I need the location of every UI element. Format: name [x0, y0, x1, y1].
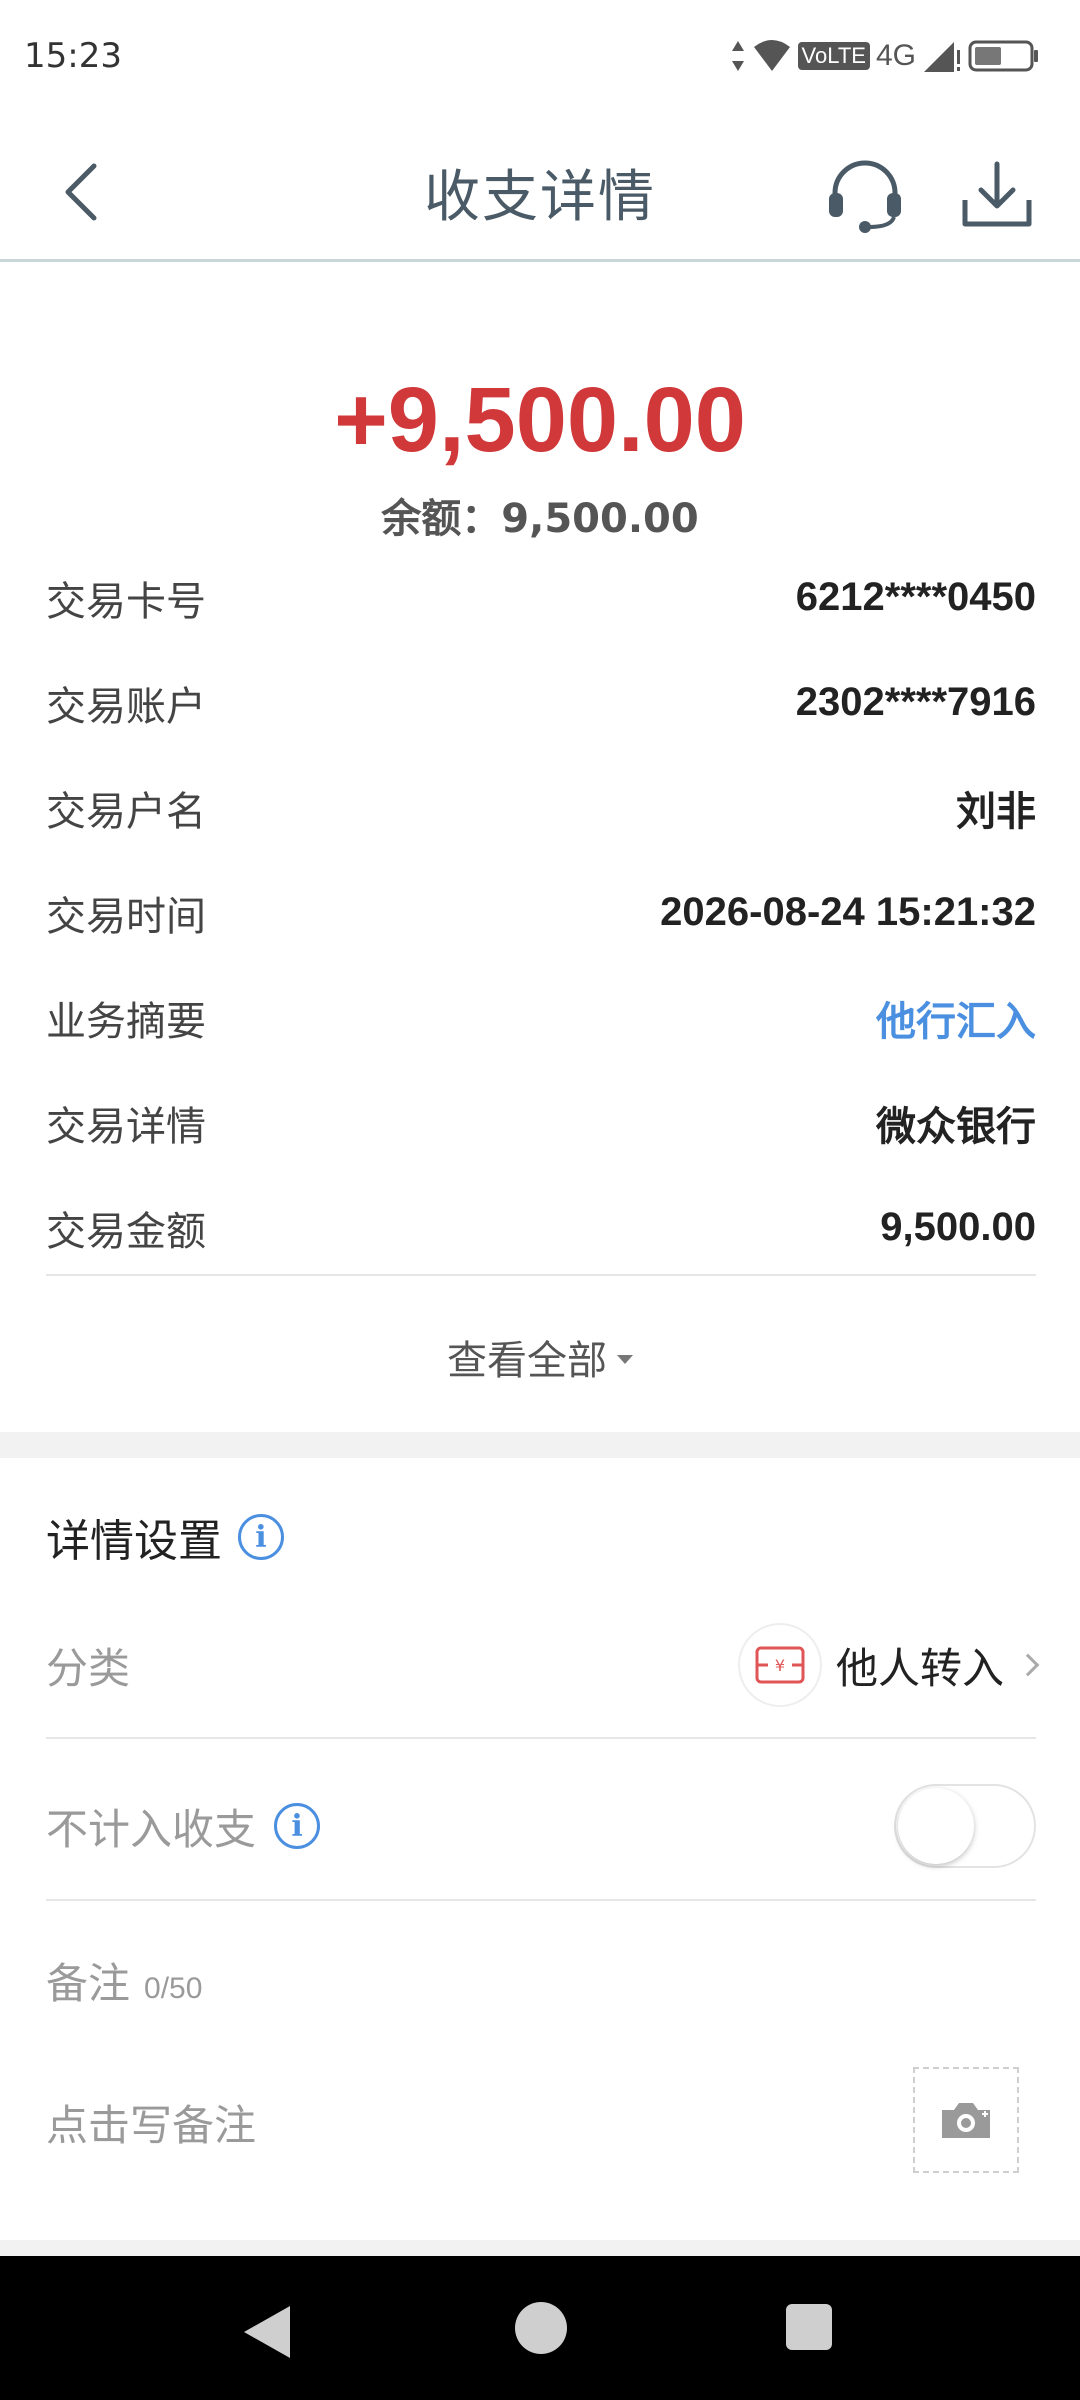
add-photo-button[interactable] [913, 2067, 1019, 2173]
detail-label: 交易金额 [46, 1208, 206, 1255]
detail-value: 2026-08-24 15:21:32 [660, 890, 1036, 934]
toggle-knob [898, 1788, 974, 1864]
remark-label-group: 备注 0/50 [46, 1950, 202, 2011]
nav-recent-apps-icon[interactable] [786, 2304, 832, 2350]
battery-icon [968, 40, 1038, 72]
signal-icon [924, 42, 960, 72]
detail-label: 交易卡号 [46, 578, 206, 625]
detail-row-details: 交易详情 微众银行 [46, 1070, 1036, 1175]
category-label: 分类 [46, 1643, 131, 1693]
wifi-icon [753, 40, 790, 71]
transaction-amount: +9,500.00 [334, 369, 746, 471]
nav-back-icon[interactable] [244, 2306, 290, 2358]
divider [46, 1274, 1036, 1276]
status-time: 15:23 [24, 36, 122, 76]
detail-row-card-number: 交易卡号 6212****0450 [46, 545, 1036, 650]
detail-value: 2302****7916 [795, 680, 1036, 724]
caret-down-icon [617, 1354, 633, 1364]
detail-label: 业务摘要 [46, 998, 206, 1045]
category-text: 他人转入 [835, 1643, 1004, 1693]
business-summary-link[interactable]: 他行汇入 [876, 989, 1036, 1047]
status-bar: 15:23 VoLTE 4G [0, 0, 1080, 112]
detail-value: 6212****0450 [795, 575, 1036, 619]
section-separator [0, 2240, 1080, 2256]
detail-row-account: 交易账户 2302****7916 [46, 650, 1036, 755]
volte-badge: VoLTE [797, 42, 870, 70]
category-row[interactable]: 分类 ¥ 他人转入 [46, 1615, 1040, 1715]
remark-label: 备注 [46, 1959, 131, 2008]
data-arrows-icon [731, 41, 744, 71]
customer-service-button[interactable] [820, 150, 910, 240]
detail-row-amount: 交易金额 9,500.00 [46, 1175, 1036, 1280]
detail-label: 交易详情 [46, 1103, 206, 1150]
exclude-label: 不计入收支 [46, 1804, 257, 1854]
detail-row-summary: 业务摘要 他行汇入 [46, 965, 1036, 1070]
detail-value: 刘非 [956, 788, 1036, 835]
status-icons: VoLTE 4G [730, 34, 1040, 78]
detail-value: 微众银行 [876, 1103, 1036, 1150]
chevron-right-icon [1016, 1653, 1040, 1677]
system-nav-bar [0, 2256, 1080, 2400]
network-label: 4G [875, 39, 916, 72]
detail-row-time: 交易时间 2026-08-24 15:21:32 [46, 860, 1036, 965]
view-all-label: 查看全部 [447, 1338, 607, 1384]
settings-title-text: 详情设置 [46, 1516, 222, 1567]
view-all-button[interactable]: 查看全部 [0, 1322, 1080, 1392]
exclude-label-group: 不计入收支 i [46, 1796, 321, 1857]
page-title: 收支详情 [424, 165, 656, 230]
detail-value: 9,500.00 [880, 1205, 1036, 1249]
detail-label: 交易时间 [46, 893, 206, 940]
page: 15:23 VoLTE 4G 收支详情 +9,500.00 余额：9,500.0… [0, 0, 1080, 2400]
transfer-icon: ¥ [737, 1623, 822, 1707]
svg-text:¥: ¥ [775, 1656, 785, 1675]
category-value[interactable]: ¥ 他人转入 [737, 1623, 1040, 1707]
header: 收支详情 [0, 112, 1080, 262]
exclude-toggle[interactable] [894, 1784, 1036, 1868]
detail-label: 交易账户 [46, 683, 206, 730]
section-separator [0, 1432, 1080, 1458]
detail-label: 交易户名 [46, 788, 206, 835]
divider [46, 1737, 1036, 1739]
info-icon[interactable]: i [238, 1514, 284, 1560]
balance: 余额：9,500.00 [381, 496, 699, 542]
detail-row-account-name: 交易户名 刘非 [46, 755, 1036, 860]
download-button[interactable] [952, 150, 1042, 240]
info-icon[interactable]: i [274, 1803, 321, 1849]
remark-input[interactable]: 点击写备注 [46, 2092, 256, 2153]
headset-icon [829, 160, 901, 233]
exclude-row: 不计入收支 i [46, 1776, 1036, 1876]
settings-section-title: 详情设置 i [46, 1505, 284, 1569]
divider [46, 1899, 1036, 1901]
camera-icon [942, 2103, 990, 2138]
detail-list: 交易卡号 6212****0450 交易账户 2302****7916 交易户名… [46, 545, 1036, 1280]
remark-count: 0/50 [144, 1972, 203, 2005]
nav-home-icon[interactable] [515, 2302, 567, 2354]
download-icon [962, 161, 1032, 227]
